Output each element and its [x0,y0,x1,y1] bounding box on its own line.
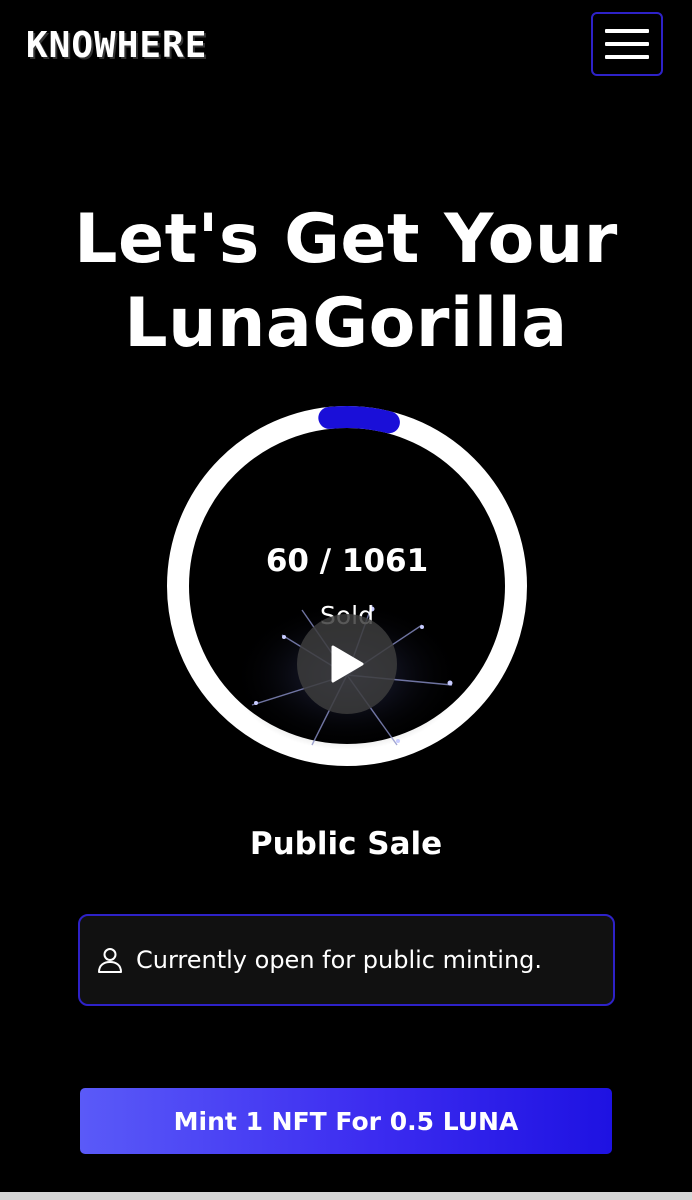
sold-count: 60 / 1061 [265,543,429,579]
bottom-scroll-edge [0,1192,692,1200]
sale-status-text: Currently open for public minting. [136,946,543,974]
sale-status-box: Currently open for public minting. [78,914,615,1006]
logo-text: KNOWHERE [26,28,207,64]
page-title-line1: Let's Get Your [74,200,618,279]
page-title-line2: LunaGorilla [124,284,568,363]
menu-button[interactable] [591,12,663,76]
hamburger-menu-icon [605,29,649,59]
logo-wordmark: KNOWHERE [26,25,208,66]
page-title: Let's Get Your LunaGorilla [0,198,692,366]
sale-phase-title: Public Sale [249,826,443,862]
sale-progress-ring: 60 / 1061 Sold [166,405,528,767]
mint-button[interactable]: Mint 1 NFT For 0.5 LUNA [80,1088,612,1154]
logo[interactable]: KNOWHERE [26,14,207,78]
video-play-button[interactable] [297,614,397,714]
user-icon [98,948,122,973]
play-icon [331,645,364,683]
